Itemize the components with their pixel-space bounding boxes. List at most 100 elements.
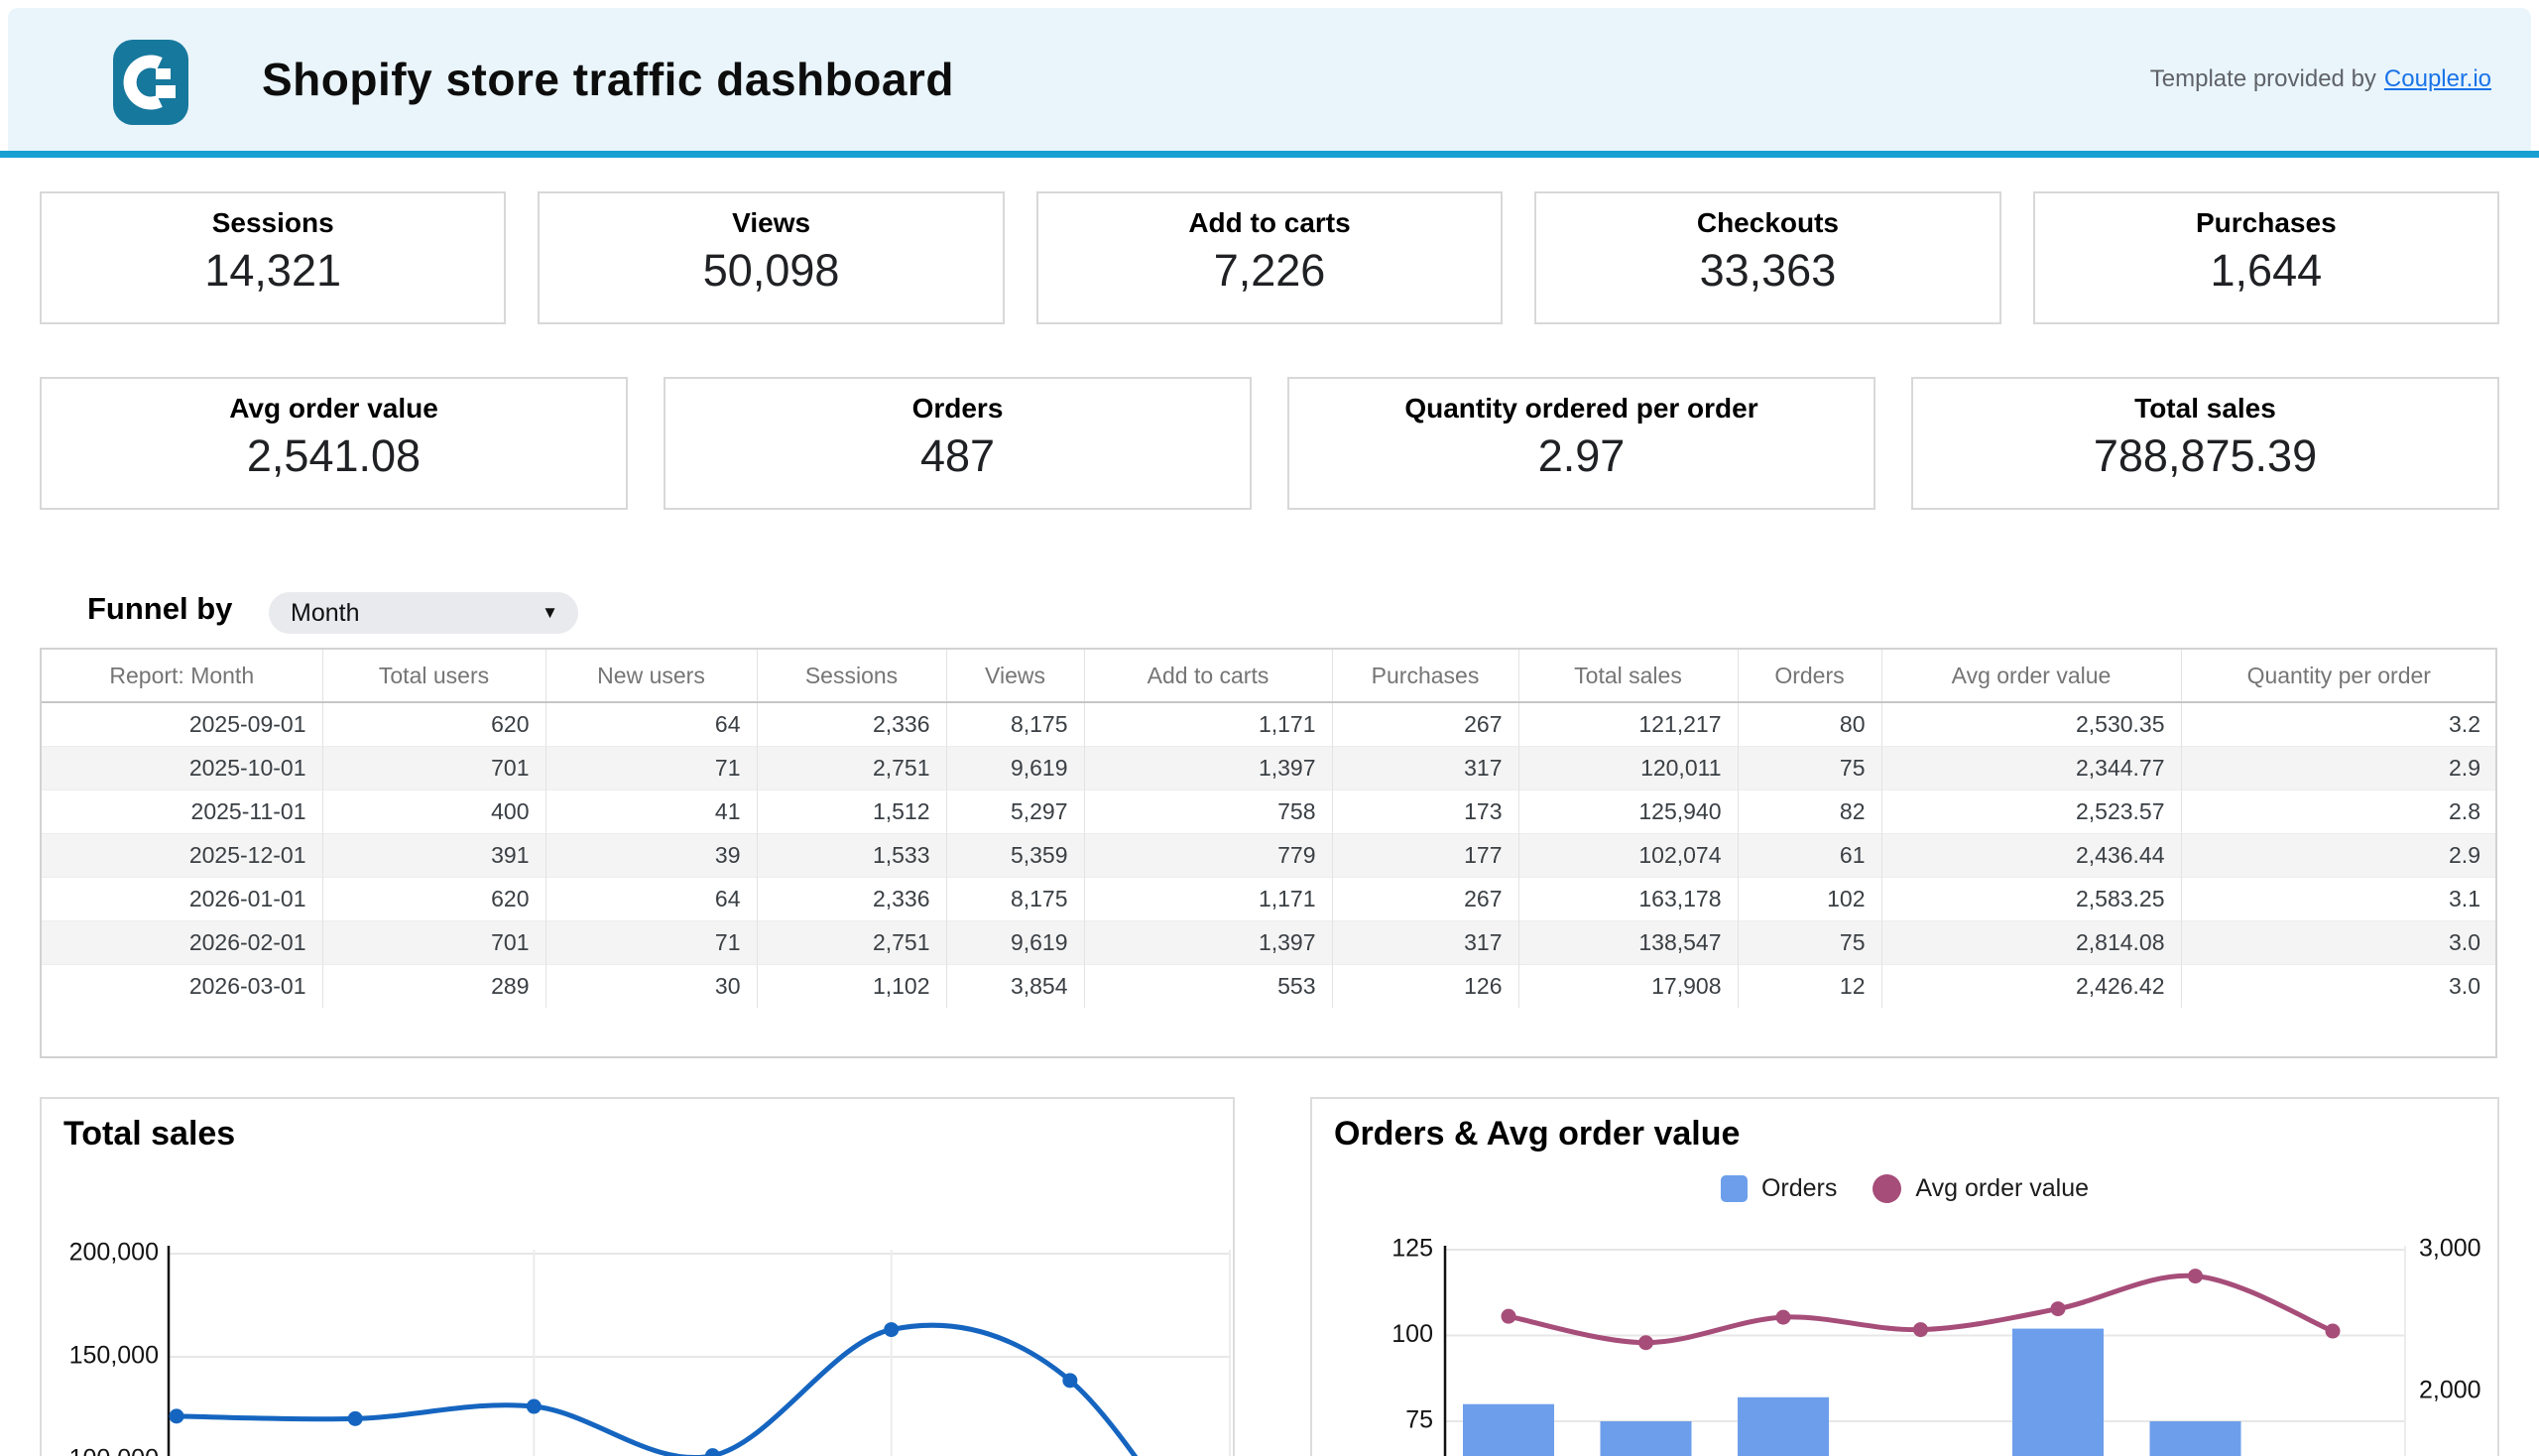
table-cell: 2,436.44 [1881,833,2181,877]
column-header: Report: Month [42,650,322,702]
column-header: Purchases [1332,650,1518,702]
table-cell: 177 [1332,833,1518,877]
table-cell: 71 [545,920,757,964]
kpi-card: Total sales 788,875.39 [1911,377,2499,510]
kpi-card: Checkouts 33,363 [1534,191,2000,324]
table-cell: 758 [1084,789,1332,833]
dashboard-page: Shopify store traffic dashboard Template… [0,0,2539,1456]
kpi-label: Checkouts [1536,207,1998,239]
kpi-card: Orders487 [664,377,1252,510]
table-cell: 39 [545,833,757,877]
column-header: Avg order value [1881,650,2181,702]
kpi-card: Purchases1,644 [2033,191,2499,324]
table-cell: 553 [1084,964,1332,1008]
table-cell: 30 [545,964,757,1008]
table-cell: 779 [1084,833,1332,877]
table-cell: 163,178 [1518,877,1738,920]
table-cell: 102 [1738,877,1881,920]
table-cell: 71 [545,746,757,789]
kpi-value: 33,363 [1536,245,1998,297]
kpi-label: Orders [665,393,1250,425]
svg-text:75: 75 [1405,1406,1433,1434]
table-cell: 75 [1738,746,1881,789]
legend-item-avg-order-value: Avg order value [1873,1174,2089,1203]
table-row: 2025-10-01701712,7519,6191,397317120,011… [42,746,2496,789]
table-cell: 102,074 [1518,833,1738,877]
kpi-value: 788,875.39 [1913,430,2497,482]
table-cell: 1,512 [757,789,946,833]
table-cell: 267 [1332,877,1518,920]
template-credit: Template provided by Coupler.io [2150,8,2491,151]
legend-item-orders: Orders [1721,1174,1837,1203]
table-cell: 9,619 [946,746,1084,789]
kpi-label: Sessions [42,207,504,239]
table-cell: 173 [1332,789,1518,833]
table-cell: 1,102 [757,964,946,1008]
svg-text:150,000: 150,000 [69,1342,159,1370]
legend-square-icon [1721,1175,1748,1202]
table-cell: 1,397 [1084,920,1332,964]
coupler-logo-icon [113,40,188,125]
table-cell: 2,751 [757,920,946,964]
table-cell: 2025-09-01 [42,702,322,746]
kpi-value: 1,644 [2035,245,2497,297]
legend-circle-icon [1873,1174,1901,1203]
column-header: New users [545,650,757,702]
legend-label: Avg order value [1915,1174,2089,1203]
table-cell: 125,940 [1518,789,1738,833]
table-cell: 317 [1332,920,1518,964]
total-sales-chart-card: 200,000150,000100,000 Total sales [40,1097,1235,1456]
table-cell: 2,814.08 [1881,920,2181,964]
table-cell: 138,547 [1518,920,1738,964]
table-cell: 8,175 [946,877,1084,920]
accent-bar [0,151,2539,158]
table-cell: 1,397 [1084,746,1332,789]
table-cell: 64 [545,702,757,746]
kpi-label: Avg order value [42,393,626,425]
table-cell: 2025-11-01 [42,789,322,833]
table-cell: 701 [322,746,545,789]
table-cell: 2025-12-01 [42,833,322,877]
table-cell: 1,171 [1084,877,1332,920]
table-cell: 3,854 [946,964,1084,1008]
table-cell: 126 [1332,964,1518,1008]
table-cell: 2,344.77 [1881,746,2181,789]
svg-text:2,000: 2,000 [2419,1377,2481,1404]
kpi-row-1: Sessions14,321Views50,098Add to carts7,2… [40,191,2499,324]
kpi-label: Quantity ordered per order [1289,393,1874,425]
table-cell: 2,523.57 [1881,789,2181,833]
table-cell: 2025-10-01 [42,746,322,789]
table-cell: 5,297 [946,789,1084,833]
page-title: Shopify store traffic dashboard [262,8,954,151]
table-cell: 80 [1738,702,1881,746]
table-row: 2026-01-01620642,3368,1751,171267163,178… [42,877,2496,920]
table-cell: 2,751 [757,746,946,789]
table-cell: 3.0 [2181,920,2496,964]
coupler-link[interactable]: Coupler.io [2384,65,2491,93]
table-cell: 82 [1738,789,1881,833]
funnel-by-label: Funnel by [87,591,232,627]
table-cell: 2.9 [2181,833,2496,877]
table-cell: 2026-02-01 [42,920,322,964]
orders-avg-chart-card: 125100753,0002,000 Orders & Avg order va… [1310,1097,2499,1456]
kpi-card: Avg order value2,541.08 [40,377,628,510]
table-cell: 400 [322,789,545,833]
table-cell: 620 [322,702,545,746]
table-cell: 2026-03-01 [42,964,322,1008]
table-cell: 289 [322,964,545,1008]
table-cell: 64 [545,877,757,920]
kpi-label: Views [540,207,1002,239]
table-cell: 2026-01-01 [42,877,322,920]
funnel-dimension-dropdown[interactable]: Month ▼ [269,592,578,634]
column-header: Sessions [757,650,946,702]
table-cell: 2,336 [757,877,946,920]
kpi-label: Total sales [1913,393,2497,425]
table-cell: 3.2 [2181,702,2496,746]
svg-text:125: 125 [1391,1235,1433,1263]
svg-text:100,000: 100,000 [69,1445,159,1456]
kpi-value: 7,226 [1038,245,1501,297]
kpi-value: 50,098 [540,245,1002,297]
table-cell: 2,426.42 [1881,964,2181,1008]
table-cell: 17,908 [1518,964,1738,1008]
table-row: 2025-09-01620642,3368,1751,171267121,217… [42,702,2496,746]
